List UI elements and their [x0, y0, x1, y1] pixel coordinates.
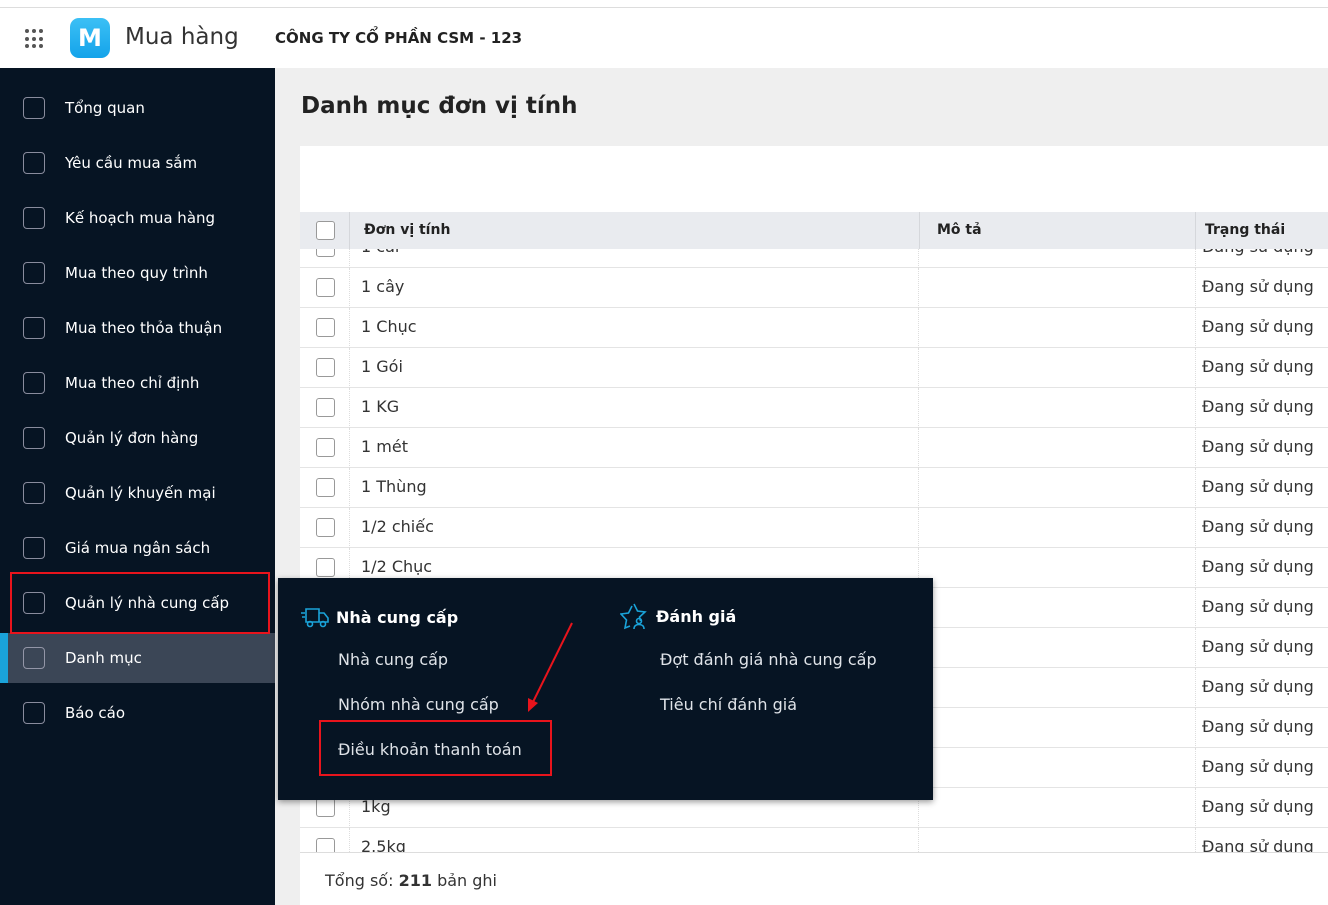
- annotation-arrow: [528, 622, 573, 712]
